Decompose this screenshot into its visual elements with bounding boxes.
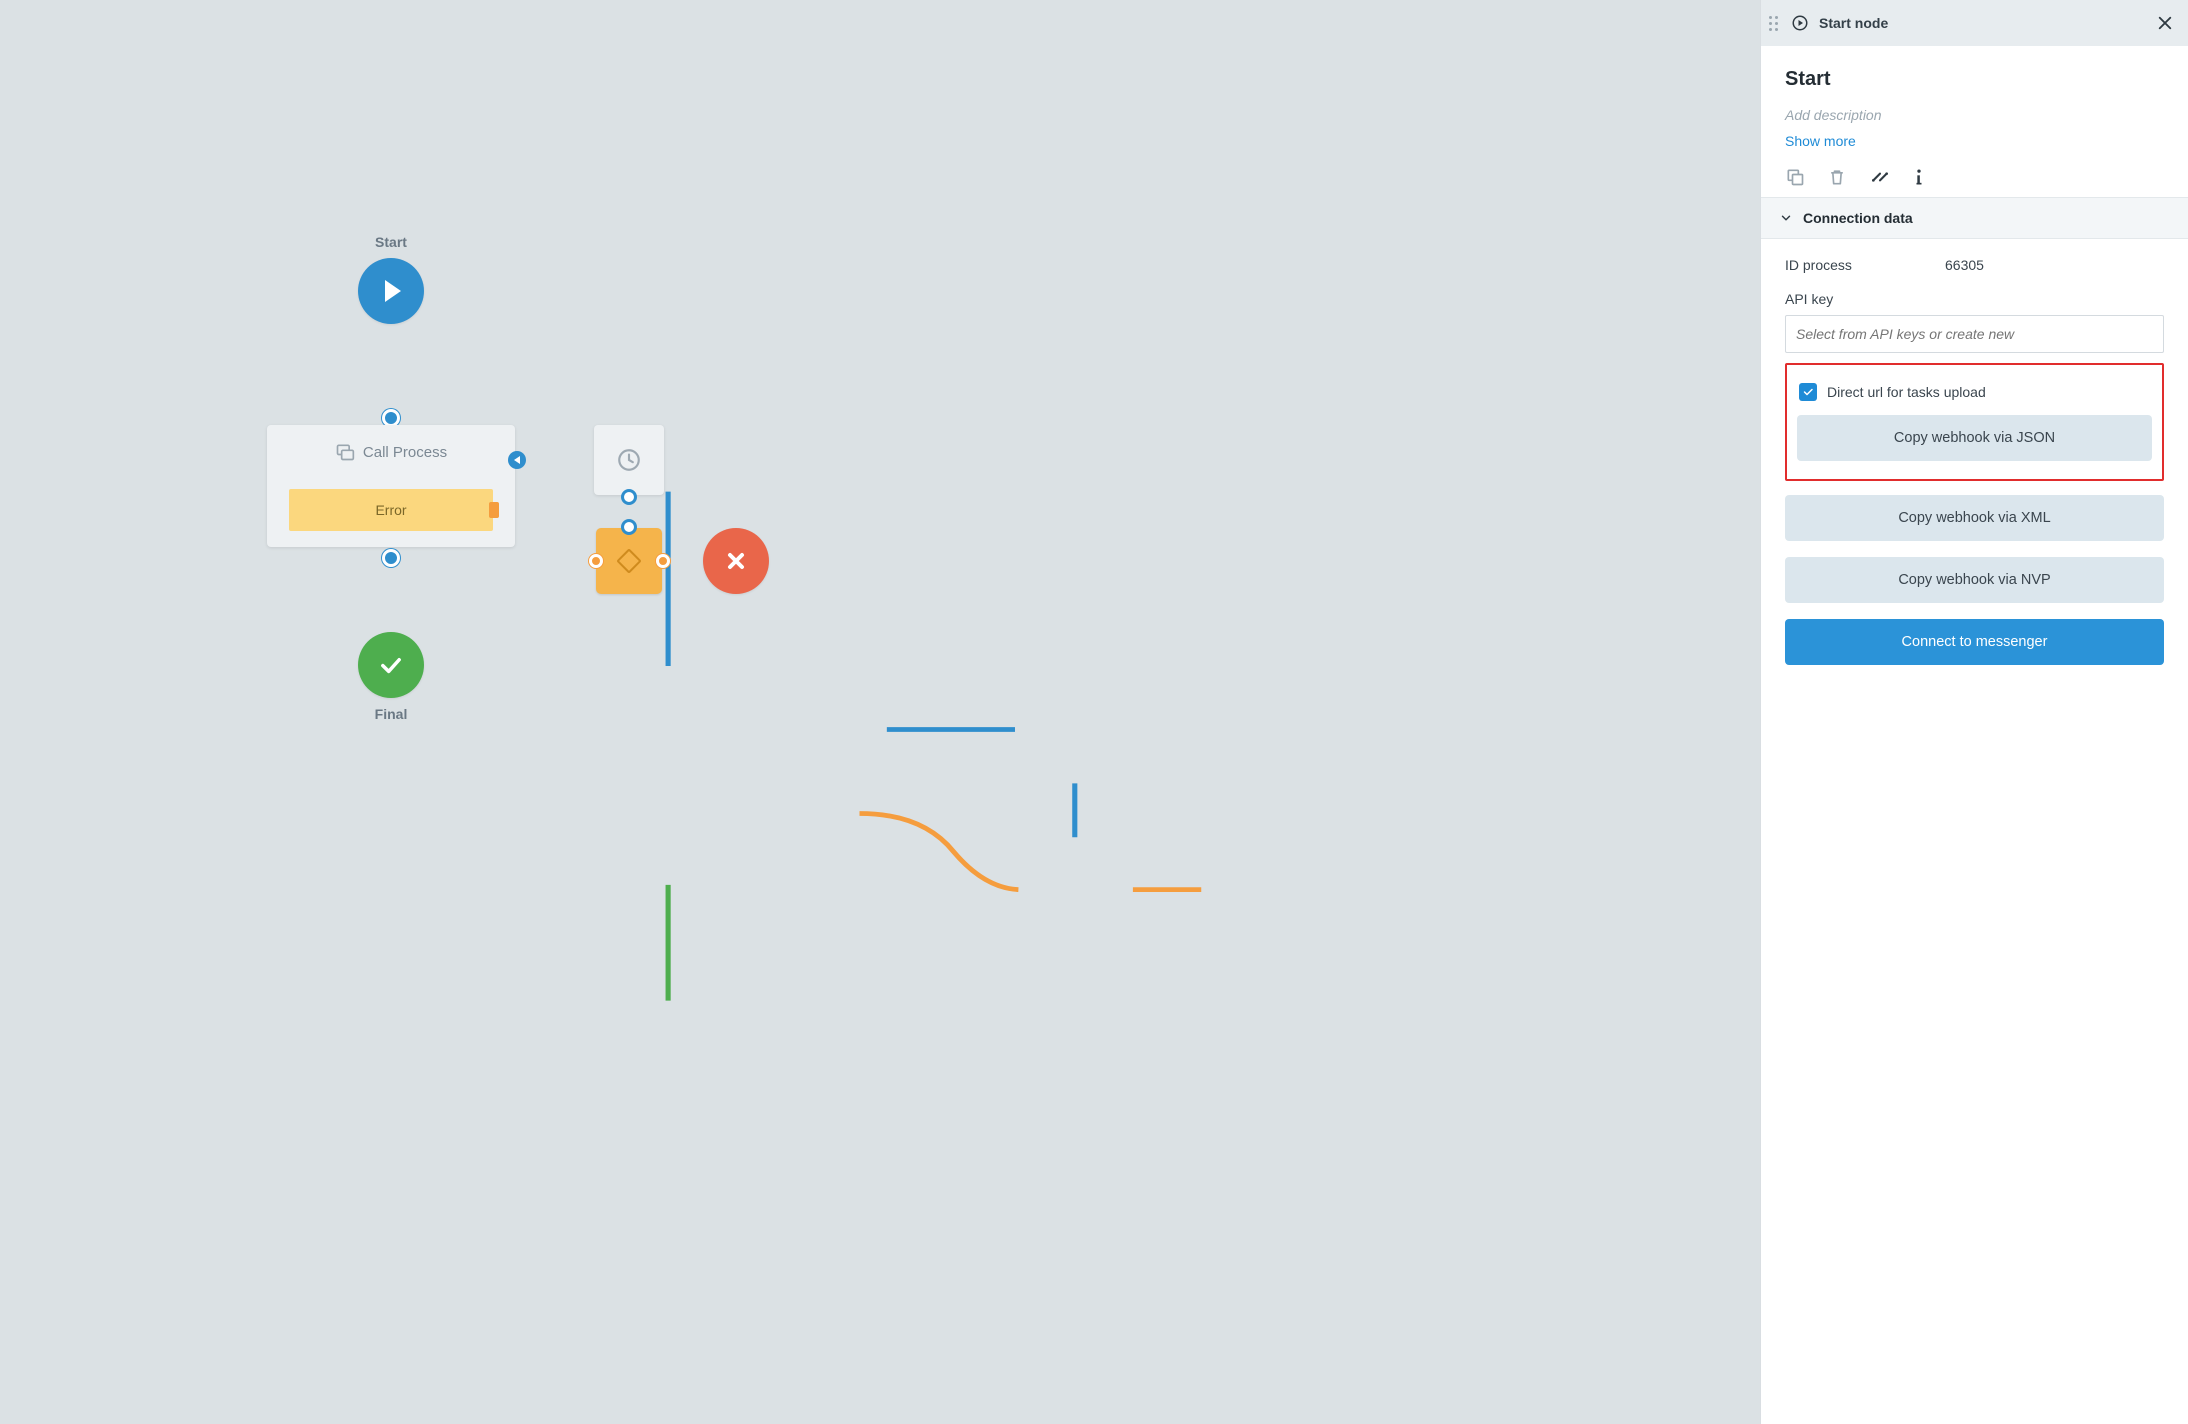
id-process-label: ID process	[1785, 257, 1945, 273]
direct-url-label: Direct url for tasks upload	[1827, 384, 1986, 400]
panel-body-meta: Start Add description Show more	[1761, 46, 2188, 197]
show-more-link[interactable]: Show more	[1785, 133, 2164, 149]
panel-header-title: Start node	[1819, 15, 1888, 31]
api-key-label: API key	[1785, 291, 2164, 307]
port-cond-right[interactable]	[656, 554, 670, 568]
call-process-title: Call Process	[363, 444, 447, 461]
error-output-label: Error	[375, 502, 406, 518]
drag-handle-icon[interactable]	[1769, 16, 1781, 31]
final-node[interactable]	[358, 632, 424, 698]
panel-header: Start node	[1761, 0, 2188, 46]
error-output-port[interactable]	[489, 502, 499, 518]
final-node-label: Final	[375, 706, 408, 722]
connection-data-section-header[interactable]: Connection data	[1761, 197, 2188, 239]
add-description[interactable]: Add description	[1785, 107, 2164, 123]
start-icon	[1791, 14, 1809, 32]
clock-icon	[616, 447, 642, 473]
connection-data-body: ID process 66305 API key Direct url for …	[1761, 239, 2188, 699]
call-process-node[interactable]: Call Process Error	[267, 425, 515, 547]
trash-icon[interactable]	[1827, 167, 1847, 187]
play-icon	[385, 280, 401, 302]
port-cond-top[interactable]	[621, 519, 637, 535]
port-delay-bottom[interactable]	[621, 489, 637, 505]
copy-webhook-nvp-button[interactable]: Copy webhook via NVP	[1785, 557, 2164, 603]
close-icon[interactable]	[2156, 14, 2174, 32]
disconnect-icon[interactable]	[1869, 167, 1891, 187]
delay-node[interactable]	[594, 425, 664, 495]
copy-webhook-xml-button[interactable]: Copy webhook via XML	[1785, 495, 2164, 541]
connection-data-title: Connection data	[1803, 210, 1913, 226]
start-node[interactable]	[358, 258, 424, 324]
workflow-canvas[interactable]: Start Call Process Error	[0, 0, 1760, 1424]
copy-icon[interactable]	[1785, 167, 1805, 187]
copy-webhook-json-button[interactable]: Copy webhook via JSON	[1797, 415, 2152, 461]
error-output[interactable]: Error	[289, 489, 493, 531]
call-process-icon	[335, 442, 355, 462]
check-icon	[377, 651, 405, 679]
highlighted-region: Direct url for tasks upload Copy webhook…	[1785, 363, 2164, 481]
node-toolbar	[1785, 167, 2164, 187]
port-delay-left[interactable]	[508, 451, 526, 469]
condition-node[interactable]	[596, 528, 662, 594]
diamond-icon	[616, 548, 641, 573]
chevron-down-icon	[1779, 211, 1793, 225]
checkmark-icon	[1802, 386, 1814, 398]
port-cond-left[interactable]	[589, 554, 603, 568]
api-key-select[interactable]	[1785, 315, 2164, 353]
connect-messenger-button[interactable]: Connect to messenger	[1785, 619, 2164, 665]
port-card-bottom[interactable]	[382, 549, 400, 567]
id-process-value: 66305	[1945, 257, 1984, 273]
node-properties-panel: Start node Start Add description Show mo…	[1760, 0, 2188, 1424]
error-end-node[interactable]	[703, 528, 769, 594]
direct-url-checkbox[interactable]	[1799, 383, 1817, 401]
node-title: Start	[1785, 68, 2164, 91]
connectors-layer	[0, 0, 1760, 1424]
info-icon[interactable]	[1913, 167, 1925, 187]
x-icon	[724, 549, 748, 573]
start-node-label: Start	[375, 234, 407, 250]
